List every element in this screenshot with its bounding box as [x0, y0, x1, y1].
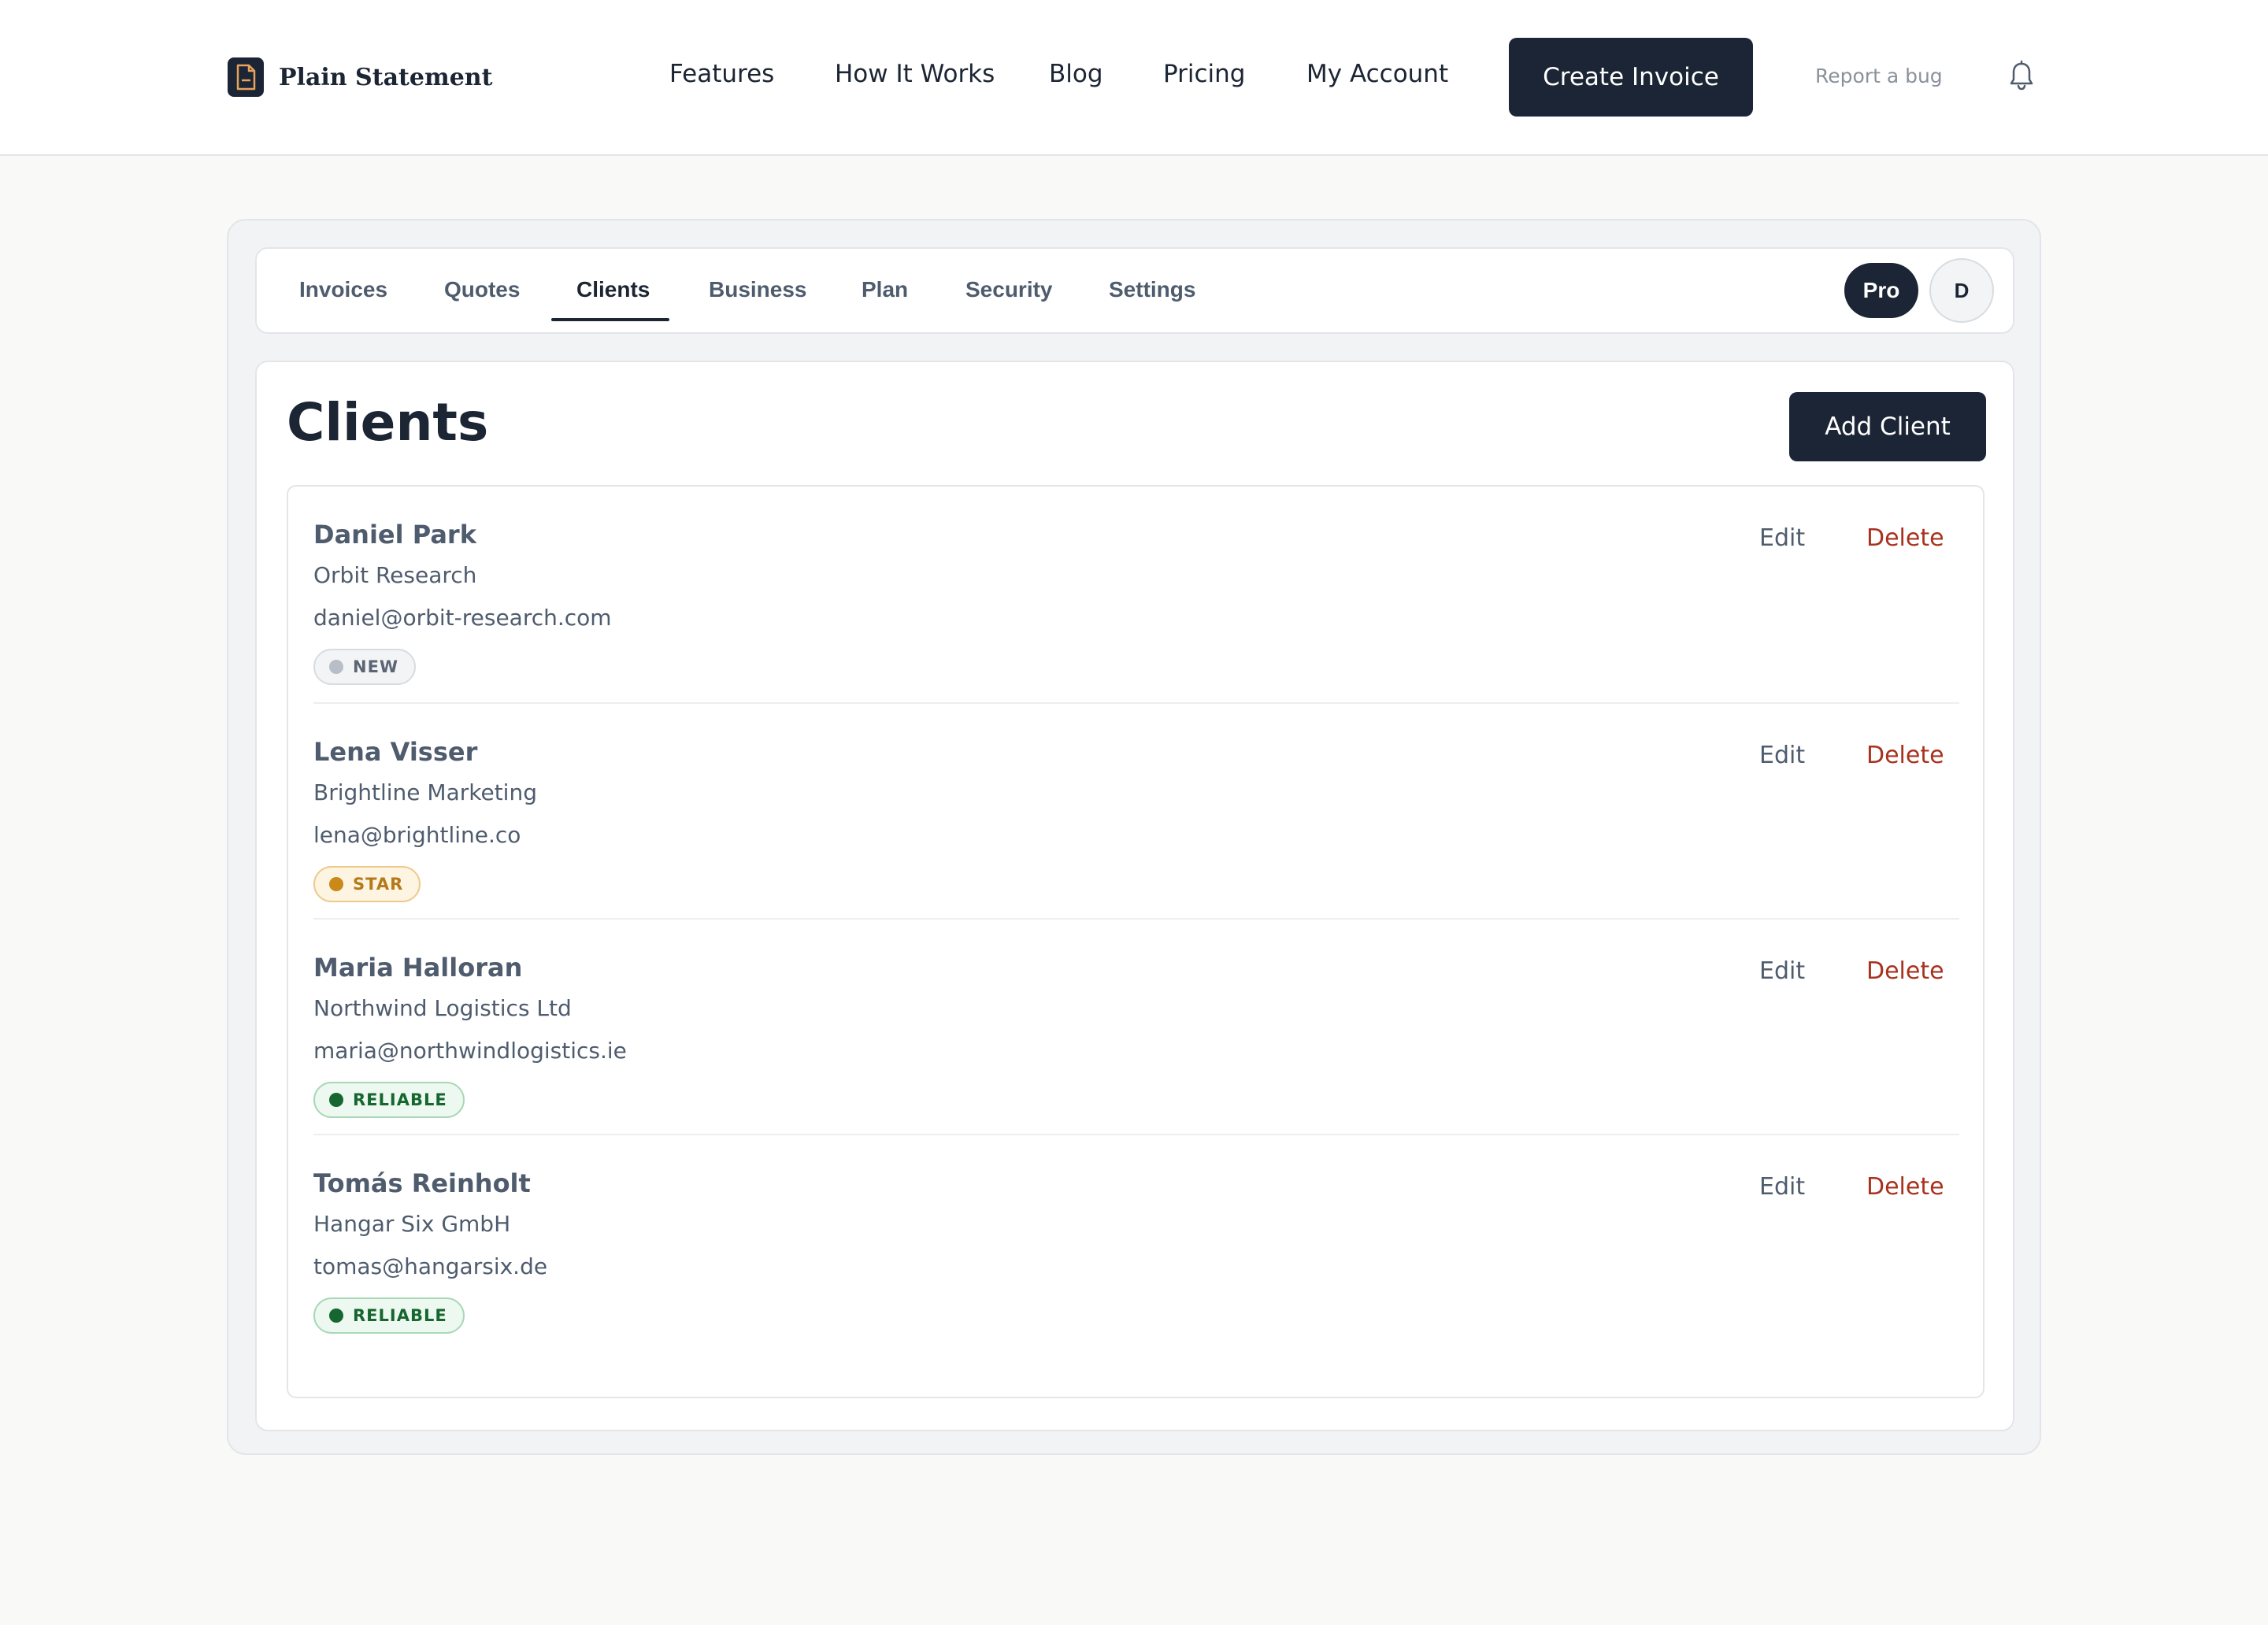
- client-name: Tomás Reinholt: [313, 1168, 531, 1198]
- client-tag-badge: NEW: [313, 649, 417, 685]
- clients-card: Clients Add Client Daniel Park Orbit Res…: [255, 361, 2014, 1431]
- client-email: tomas@hangarsix.de: [313, 1253, 548, 1279]
- tag-label: STAR: [353, 875, 404, 894]
- tag-label: RELIABLE: [353, 1090, 447, 1109]
- tab-security[interactable]: Security: [965, 277, 1053, 302]
- client-row: Lena Visser Brightline Marketing lena@br…: [313, 702, 1959, 920]
- client-tag-badge: RELIABLE: [313, 1082, 465, 1118]
- delete-client-button[interactable]: Delete: [1866, 957, 1944, 985]
- client-company: Brightline Marketing: [313, 779, 537, 805]
- tag-dot-icon: [329, 660, 343, 674]
- nav-link-my-account[interactable]: My Account: [1306, 60, 1448, 88]
- plan-badge: Pro: [1844, 263, 1918, 318]
- client-row: Tomás Reinholt Hangar Six GmbH tomas@han…: [313, 1134, 1959, 1351]
- client-company: Northwind Logistics Ltd: [313, 995, 572, 1021]
- document-icon: [228, 57, 264, 97]
- tab-quotes[interactable]: Quotes: [444, 277, 520, 302]
- client-email: lena@brightline.co: [313, 822, 521, 848]
- client-row: Daniel Park Orbit Research daniel@orbit-…: [313, 487, 1959, 702]
- tab-invoices[interactable]: Invoices: [299, 277, 387, 302]
- delete-client-button[interactable]: Delete: [1866, 524, 1944, 552]
- client-tag-badge: RELIABLE: [313, 1297, 465, 1334]
- client-name: Maria Halloran: [313, 953, 523, 983]
- tag-label: RELIABLE: [353, 1306, 447, 1325]
- edit-client-button[interactable]: Edit: [1759, 957, 1805, 985]
- account-panel: Invoices Quotes Clients Business Plan Se…: [227, 219, 2041, 1455]
- bell-icon[interactable]: [2007, 60, 2036, 91]
- top-nav: Plain Statement Features How It Works Bl…: [0, 0, 2268, 156]
- account-tabs: Invoices Quotes Clients Business Plan Se…: [255, 247, 2014, 334]
- report-bug-link[interactable]: Report a bug: [1815, 65, 1943, 87]
- delete-client-button[interactable]: Delete: [1866, 742, 1944, 769]
- nav-link-how-it-works[interactable]: How It Works: [835, 60, 995, 88]
- client-email: daniel@orbit-research.com: [313, 605, 612, 631]
- edit-client-button[interactable]: Edit: [1759, 524, 1805, 552]
- tab-business[interactable]: Business: [709, 277, 807, 302]
- edit-client-button[interactable]: Edit: [1759, 742, 1805, 769]
- active-tab-indicator: [551, 318, 669, 321]
- client-row: Maria Halloran Northwind Logistics Ltd m…: [313, 918, 1959, 1135]
- tag-label: NEW: [353, 657, 399, 676]
- create-invoice-button[interactable]: Create Invoice: [1509, 38, 1753, 117]
- tag-dot-icon: [329, 1309, 343, 1323]
- client-company: Orbit Research: [313, 562, 477, 588]
- tag-dot-icon: [329, 877, 343, 891]
- page-title: Clients: [287, 392, 489, 453]
- add-client-button[interactable]: Add Client: [1789, 392, 1986, 461]
- nav-link-features[interactable]: Features: [669, 60, 774, 88]
- tab-clients[interactable]: Clients: [576, 277, 650, 302]
- tag-dot-icon: [329, 1093, 343, 1107]
- client-name: Lena Visser: [313, 737, 478, 767]
- tab-settings[interactable]: Settings: [1109, 277, 1195, 302]
- nav-link-blog[interactable]: Blog: [1049, 60, 1103, 88]
- brand[interactable]: Plain Statement: [227, 57, 492, 98]
- edit-client-button[interactable]: Edit: [1759, 1173, 1805, 1201]
- tab-plan[interactable]: Plan: [862, 277, 908, 302]
- client-company: Hangar Six GmbH: [313, 1211, 511, 1237]
- nav-link-pricing[interactable]: Pricing: [1163, 60, 1246, 88]
- delete-client-button[interactable]: Delete: [1866, 1173, 1944, 1201]
- avatar[interactable]: D: [1929, 258, 1994, 323]
- client-list: Daniel Park Orbit Research daniel@orbit-…: [287, 485, 1984, 1398]
- client-email: maria@northwindlogistics.ie: [313, 1038, 627, 1064]
- client-tag-badge: STAR: [313, 866, 421, 902]
- client-name: Daniel Park: [313, 520, 476, 550]
- brand-name: Plain Statement: [279, 63, 493, 91]
